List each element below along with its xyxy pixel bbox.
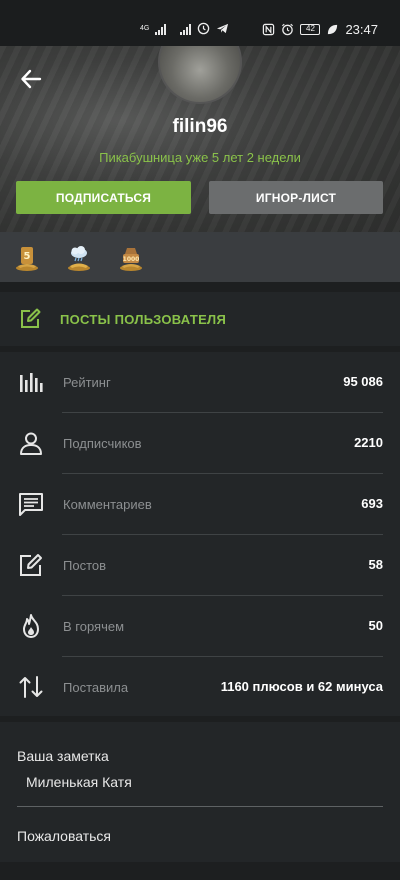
- note-input[interactable]: Миленькая Катя: [26, 774, 132, 790]
- telegram-icon: [217, 23, 229, 34]
- stat-votes: Поставила 1160 плюсов и 62 минуса: [0, 657, 400, 718]
- stat-label: Подписчиков: [63, 436, 142, 451]
- leaf-icon: [328, 24, 338, 35]
- stat-label: Поставила: [63, 680, 129, 695]
- stat-value: 1160 плюсов и 62 минуса: [220, 679, 383, 694]
- note-underline: [17, 806, 383, 807]
- member-since: Пикабушница уже 5 лет 2 недели: [99, 150, 301, 165]
- stat-subscribers: Подписчиков 2210: [0, 413, 400, 474]
- stat-rating: Рейтинг 95 086: [0, 352, 400, 413]
- stat-label: В горячем: [63, 619, 125, 634]
- award-cloud-icon[interactable]: [66, 242, 92, 272]
- ignore-list-button[interactable]: ИГНОР-ЛИСТ: [209, 181, 383, 214]
- award-5-years-icon[interactable]: 5: [14, 242, 40, 272]
- svg-text:1000: 1000: [123, 256, 140, 263]
- status-left-icons: 4G: [140, 22, 229, 35]
- network-type: 4G: [140, 25, 150, 32]
- stat-posts: Постов 58: [0, 535, 400, 596]
- stat-label: Рейтинг: [63, 375, 111, 390]
- user-posts-label: ПОСТЫ ПОЛЬЗОВАТЕЛЯ: [60, 312, 227, 327]
- stat-comments: Комментариев 693: [0, 474, 400, 535]
- stat-value: 50: [368, 618, 383, 633]
- stat-value: 95 086: [343, 374, 383, 389]
- edit-icon: [20, 554, 42, 576]
- rating-icon: [20, 373, 43, 392]
- stats-list: Рейтинг 95 086 Подписчиков 2210 Коммента…: [0, 352, 400, 716]
- battery-icon: 42: [300, 24, 321, 35]
- stat-value: 2210: [354, 435, 383, 450]
- status-bar: 4G 42 23:47: [0, 0, 400, 46]
- edit-icon: [21, 308, 41, 328]
- clock: 23:47: [345, 22, 378, 37]
- subscribe-button[interactable]: ПОДПИСАТЬСЯ: [16, 181, 191, 214]
- user-icon: [20, 432, 42, 455]
- alarm-icon: [198, 22, 210, 35]
- status-right-icons: 42 23:47: [262, 22, 378, 37]
- signal-icon: [155, 23, 167, 35]
- note-title: Ваша заметка: [17, 748, 109, 764]
- back-arrow-icon[interactable]: [18, 66, 44, 92]
- stat-label: Постов: [63, 558, 107, 573]
- nfc-icon: [263, 23, 275, 36]
- sort-icon: [19, 676, 43, 698]
- fire-icon: [23, 614, 39, 638]
- award-1000-icon[interactable]: 1000: [118, 242, 144, 272]
- username: filin96: [172, 116, 228, 137]
- alarm-clock-icon: [282, 23, 294, 36]
- signal-icon: [180, 23, 192, 35]
- stat-label: Комментариев: [63, 497, 152, 512]
- profile-header: filin96 Пикабушница уже 5 лет 2 недели П…: [0, 46, 400, 232]
- comment-icon: [19, 493, 43, 516]
- avatar[interactable]: [158, 46, 242, 104]
- svg-text:5: 5: [24, 251, 31, 262]
- stat-hot: В горячем 50: [0, 596, 400, 657]
- awards-bar: 5 1000: [0, 232, 400, 282]
- stat-value: 58: [368, 557, 383, 572]
- stat-value: 693: [361, 496, 383, 511]
- user-posts-link[interactable]: ПОСТЫ ПОЛЬЗОВАТЕЛЯ: [0, 292, 400, 346]
- notes-section: Ваша заметка Миленькая Катя Пожаловаться: [0, 722, 400, 862]
- report-button[interactable]: Пожаловаться: [17, 828, 111, 844]
